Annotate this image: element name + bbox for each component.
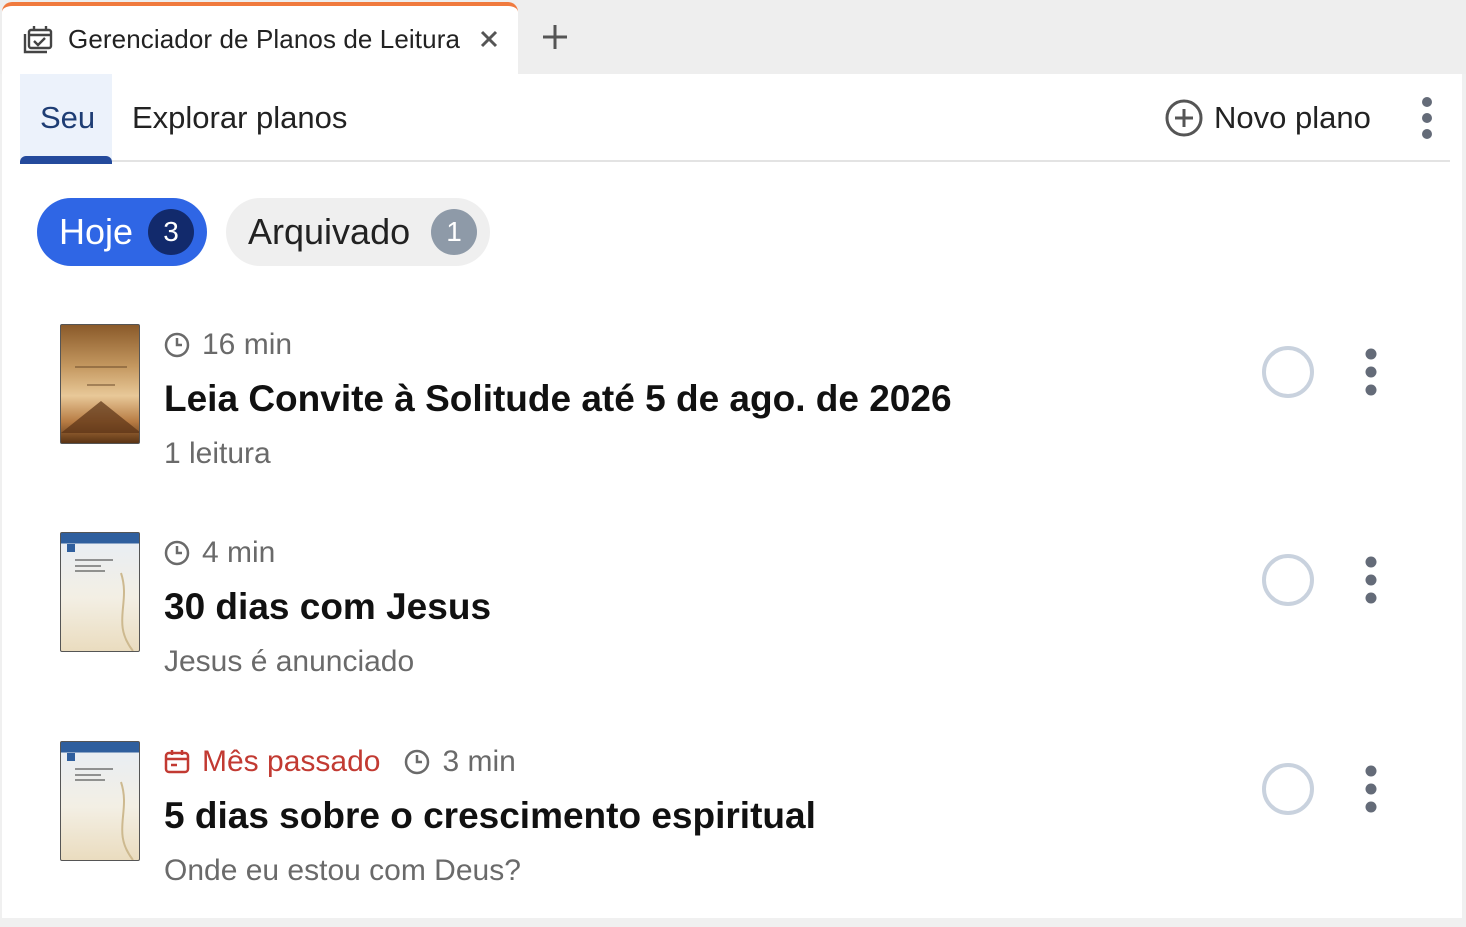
tab-title: Gerenciador de Planos de Leitura [68, 24, 461, 54]
plan-title: 5 dias sobre o crescimento espiritual [164, 795, 816, 836]
plan-subtitle: Onde eu estou com Deus? [164, 854, 521, 887]
complete-checkbox[interactable] [1262, 346, 1314, 398]
filter-today-count: 3 [148, 209, 194, 255]
top-navigation: Seu Explorar planos Novo plano [20, 74, 1450, 164]
more-options-icon[interactable] [1360, 346, 1382, 398]
plan-subtitle: 1 leitura [164, 437, 271, 470]
more-options-icon[interactable] [1360, 554, 1382, 606]
plan-meta: 16 min [164, 326, 292, 364]
clock-icon [164, 332, 190, 358]
filter-archived-label: Arquivado [248, 211, 411, 252]
clock-icon [405, 749, 430, 775]
tab-strip: Gerenciador de Planos de Leitura [0, 0, 1466, 74]
clock-icon [164, 540, 190, 566]
plan-subtitle: Jesus é anunciado [164, 645, 415, 678]
book-cover-image [60, 532, 140, 652]
filter-archived-pill[interactable]: Arquivado 1 [226, 198, 490, 266]
calendar-stack-icon [23, 26, 53, 54]
plan-duration: 3 min [442, 745, 516, 778]
plan-duration: 16 min [202, 328, 293, 361]
active-tab-indicator [20, 156, 112, 164]
book-cover-image [60, 324, 140, 444]
tab-explorar-planos[interactable]: Explorar planos [132, 100, 347, 136]
tab-seu[interactable]: Seu [20, 74, 112, 164]
plan-meta: 4 min [164, 534, 275, 572]
filter-archived-count: 1 [431, 209, 477, 255]
book-cover-image [60, 741, 140, 861]
plan-list-item[interactable]: 4 min 30 dias com Jesus Jesus é anunciad… [2, 518, 1462, 718]
tab-seu-label: Seu [40, 100, 96, 135]
plan-list-item[interactable]: 16 min Leia Convite à Solitude até 5 de … [2, 310, 1462, 510]
calendar-icon [164, 750, 190, 774]
plan-duration: 4 min [202, 536, 276, 569]
add-circle-icon [1165, 99, 1203, 137]
plan-list-item[interactable]: Mês passado 3 min 5 dias sobre o crescim… [2, 727, 1462, 927]
new-tab-plus-icon[interactable] [538, 20, 572, 54]
more-options-icon[interactable] [1416, 96, 1438, 140]
complete-checkbox[interactable] [1262, 763, 1314, 815]
close-icon[interactable] [474, 24, 504, 54]
filter-today-label: Hoje [59, 211, 134, 252]
overdue-label: Mês passado [202, 745, 381, 778]
new-plan-label: Novo plano [1214, 100, 1371, 135]
browser-tab[interactable]: Gerenciador de Planos de Leitura [2, 2, 518, 74]
plan-title: Leia Convite à Solitude até 5 de ago. de… [164, 378, 952, 419]
plan-title: 30 dias com Jesus [164, 586, 492, 627]
main-panel: Seu Explorar planos Novo plano Hoje 3 Ar… [2, 74, 1462, 918]
more-options-icon[interactable] [1360, 763, 1382, 815]
filter-today-pill[interactable]: Hoje 3 [37, 198, 207, 266]
plan-meta: Mês passado 3 min [164, 743, 516, 781]
complete-checkbox[interactable] [1262, 554, 1314, 606]
new-plan-button[interactable]: Novo plano [1164, 96, 1371, 140]
